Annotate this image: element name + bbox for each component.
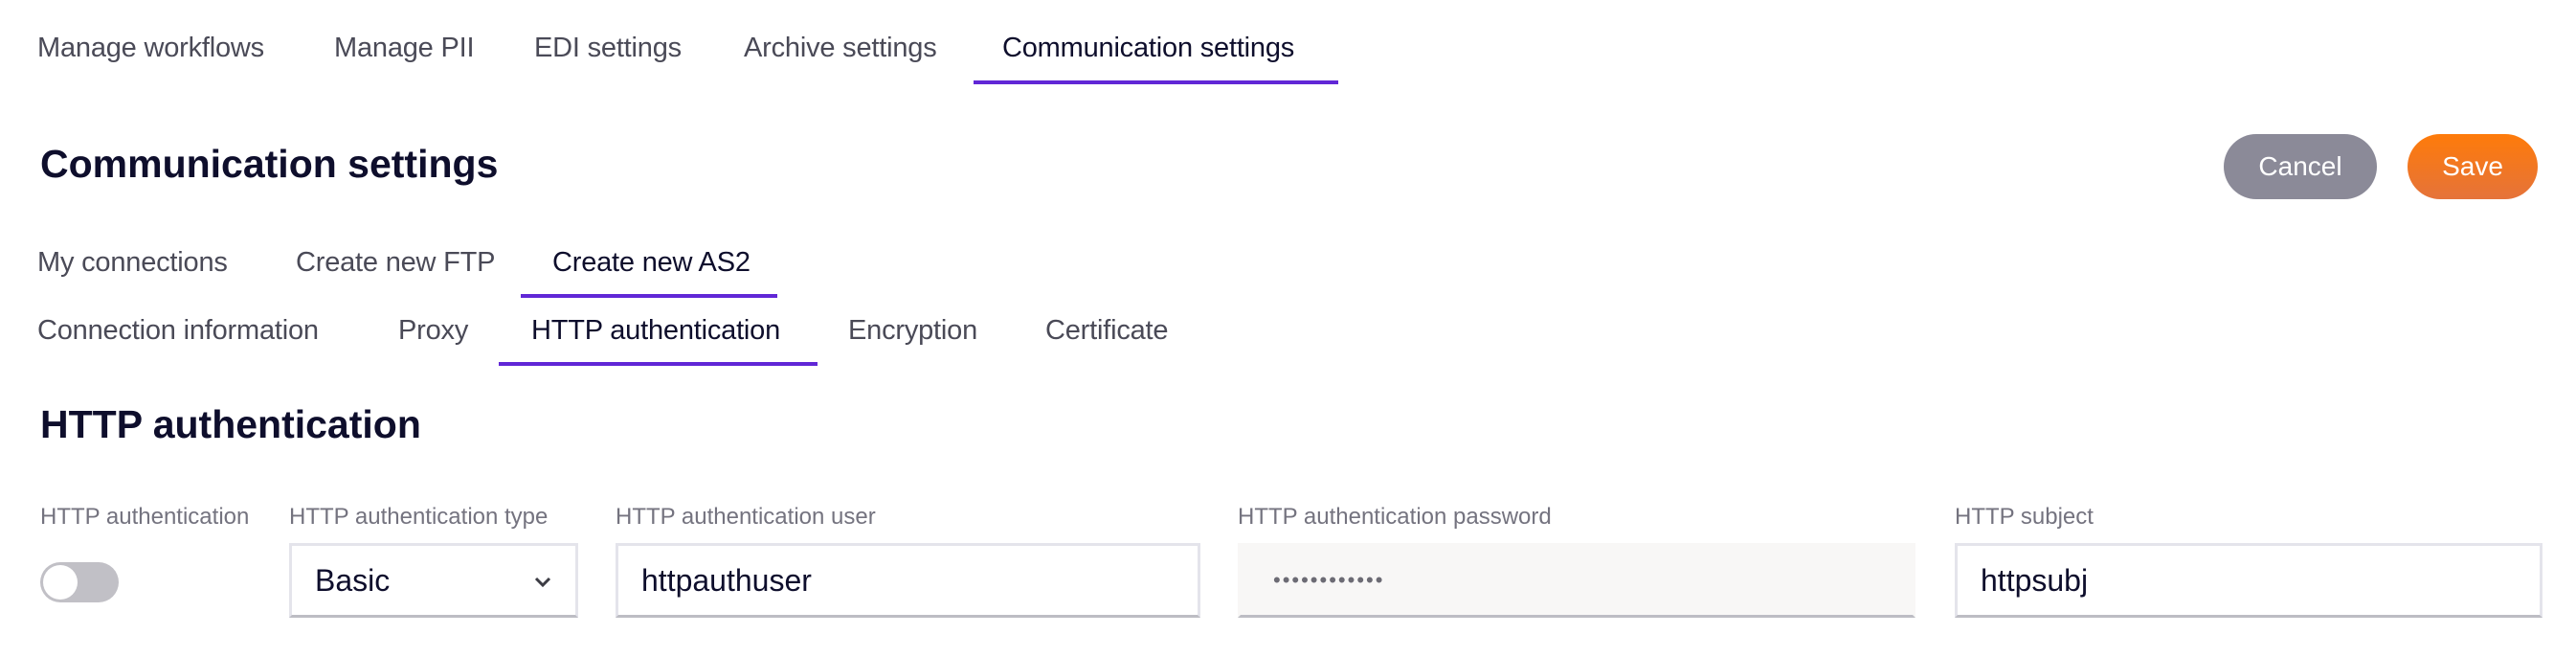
auth-password-label: HTTP authentication password: [1238, 504, 1552, 530]
chevron-down-icon: [534, 577, 551, 588]
subject-label: HTTP subject: [1955, 504, 2094, 530]
subject-input[interactable]: httpsubj: [1955, 543, 2542, 618]
auth-user-value: httpauthuser: [641, 562, 812, 598]
page-title: Communication settings: [40, 142, 499, 186]
tab-proxy[interactable]: Proxy: [398, 315, 468, 347]
active-tab-indicator: [974, 80, 1338, 84]
auth-type-label: HTTP authentication type: [289, 504, 549, 530]
tab-create-new-ftp[interactable]: Create new FTP: [296, 247, 496, 279]
active-connection-tab-indicator: [521, 294, 777, 298]
auth-type-select[interactable]: Basic: [289, 543, 578, 618]
tab-manage-pii[interactable]: Manage PII: [334, 33, 475, 64]
auth-type-value: Basic: [315, 562, 391, 598]
auth-toggle-label: HTTP authentication: [40, 504, 250, 530]
active-as2-tab-indicator: [499, 362, 818, 366]
toggle-knob: [43, 565, 78, 600]
tab-http-authentication[interactable]: HTTP authentication: [531, 315, 780, 347]
tab-edi-settings[interactable]: EDI settings: [534, 33, 682, 64]
section-title: HTTP authentication: [40, 402, 421, 446]
save-button[interactable]: Save: [2408, 134, 2538, 199]
subject-value: httpsubj: [1981, 562, 2089, 598]
auth-user-input[interactable]: httpauthuser: [616, 543, 1200, 618]
auth-user-label: HTTP authentication user: [616, 504, 876, 530]
tab-connection-information[interactable]: Connection information: [37, 315, 319, 347]
auth-password-input[interactable]: ••••••••••••: [1238, 543, 1915, 618]
tab-archive-settings[interactable]: Archive settings: [744, 33, 937, 64]
tab-manage-workflows[interactable]: Manage workflows: [37, 33, 264, 64]
http-authentication-toggle[interactable]: [40, 562, 119, 602]
tab-communication-settings[interactable]: Communication settings: [1002, 33, 1294, 64]
tab-encryption[interactable]: Encryption: [848, 315, 977, 347]
tab-create-new-as2[interactable]: Create new AS2: [552, 247, 750, 279]
cancel-button[interactable]: Cancel: [2224, 134, 2377, 199]
tab-certificate[interactable]: Certificate: [1045, 315, 1169, 347]
tab-my-connections[interactable]: My connections: [37, 247, 228, 279]
auth-password-value: ••••••••••••: [1273, 568, 1385, 592]
